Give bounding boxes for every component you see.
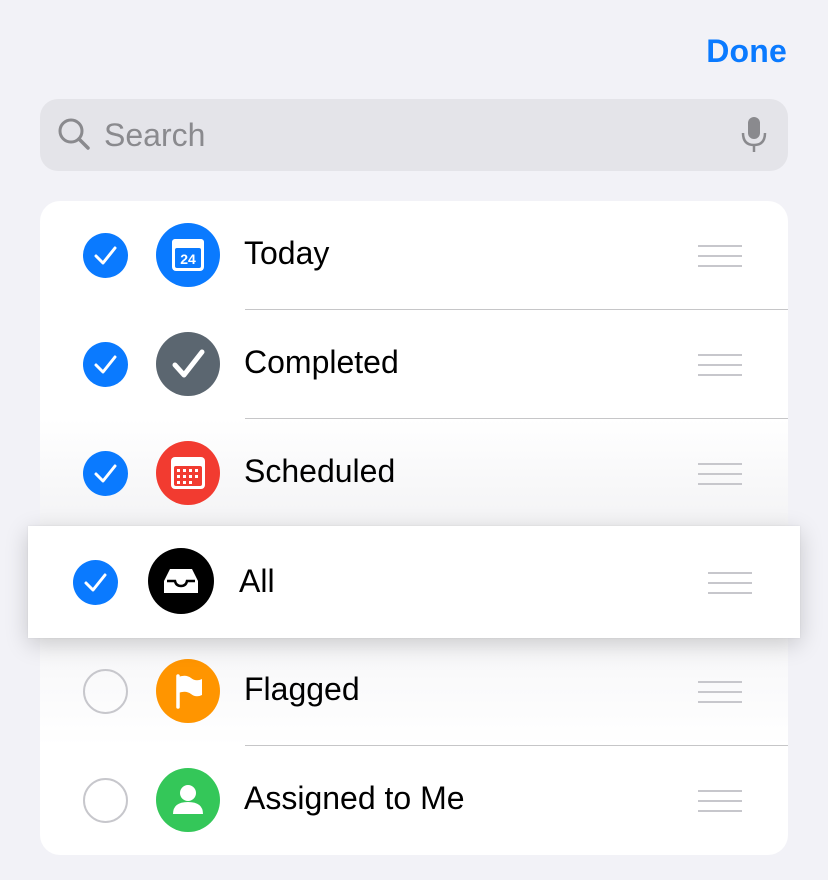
reorder-handle[interactable] xyxy=(698,354,742,376)
checkmark-icon xyxy=(94,355,117,374)
list-row-today[interactable]: 24 Today xyxy=(40,201,788,310)
checkbox-checked[interactable] xyxy=(73,560,118,605)
reorder-handle[interactable] xyxy=(698,790,742,812)
search-icon xyxy=(58,118,90,150)
search-input[interactable] xyxy=(104,111,704,159)
reminders-lists-edit-screen: Done 24 xyxy=(0,0,828,880)
svg-text:24: 24 xyxy=(180,251,196,267)
list-row-all-dragging[interactable]: All xyxy=(28,526,800,638)
checkbox-unchecked[interactable] xyxy=(83,669,128,714)
list-label: Assigned to Me xyxy=(244,780,465,816)
list-label: Scheduled xyxy=(244,453,396,489)
done-button[interactable]: Done xyxy=(706,33,787,70)
person-icon xyxy=(156,768,220,832)
checkmark-icon xyxy=(84,573,107,592)
reorder-handle[interactable] xyxy=(698,245,742,267)
search-bar[interactable] xyxy=(40,99,788,171)
calendar-grid-icon xyxy=(156,441,220,505)
checkmark-icon xyxy=(94,464,117,483)
list-label: Flagged xyxy=(244,671,360,707)
flag-icon xyxy=(156,659,220,723)
reorder-handle[interactable] xyxy=(698,463,742,485)
list-row-flagged[interactable]: Flagged xyxy=(40,637,788,746)
list-label: Today xyxy=(244,235,330,271)
list-label: Completed xyxy=(244,344,399,380)
checkbox-checked[interactable] xyxy=(83,233,128,278)
tray-icon xyxy=(148,548,214,614)
checkbox-unchecked[interactable] xyxy=(83,778,128,823)
completed-checkmark-icon xyxy=(156,332,220,396)
checkmark-icon xyxy=(94,246,117,265)
checkbox-checked[interactable] xyxy=(83,342,128,387)
list-row-scheduled[interactable]: Scheduled xyxy=(40,419,788,528)
checkbox-checked[interactable] xyxy=(83,451,128,496)
list-row-completed[interactable]: Completed xyxy=(40,310,788,419)
list-row-assigned-to-me[interactable]: Assigned to Me xyxy=(40,746,788,855)
calendar-today-icon: 24 xyxy=(156,223,220,287)
reorder-handle[interactable] xyxy=(708,572,752,594)
list-label: All xyxy=(239,563,275,599)
microphone-icon[interactable] xyxy=(740,116,768,154)
reorder-handle[interactable] xyxy=(698,681,742,703)
